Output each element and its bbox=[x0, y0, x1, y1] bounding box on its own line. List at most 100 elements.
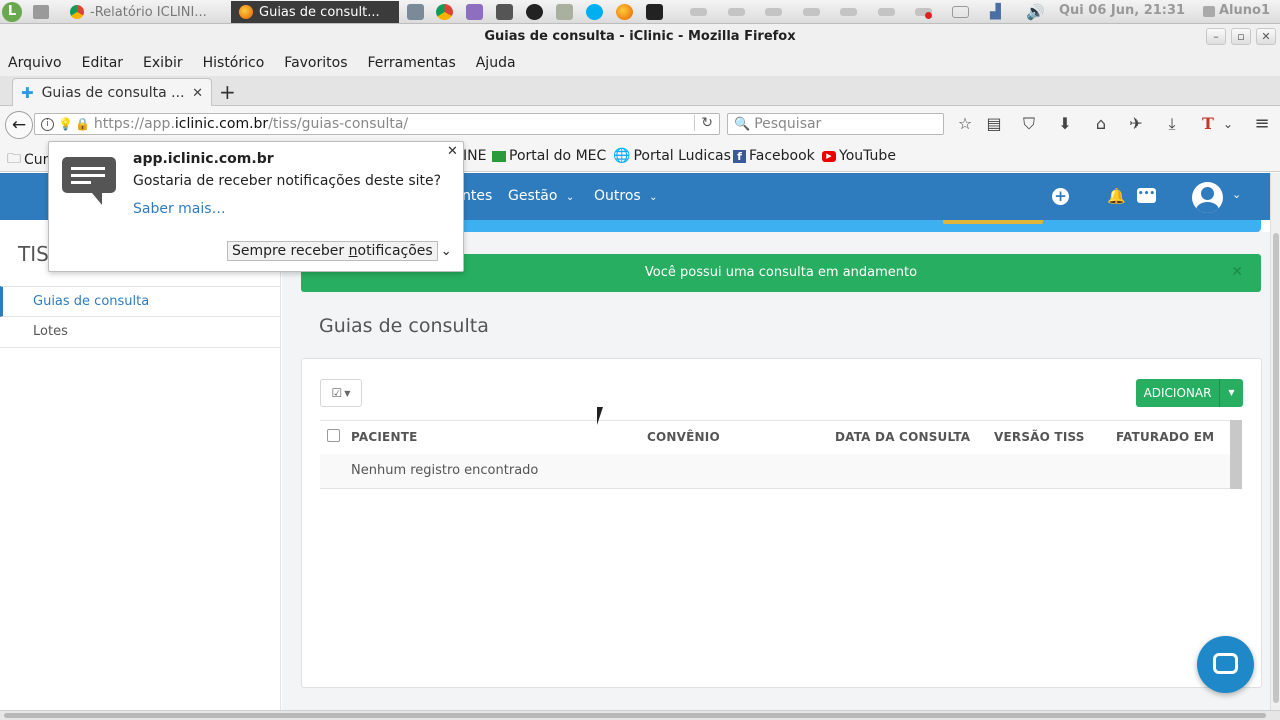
info-icon[interactable]: i bbox=[41, 117, 54, 131]
bookmark-portal-ludicas[interactable]: 🌐 Portal Ludicas bbox=[613, 148, 731, 164]
show-desktop-icon[interactable] bbox=[33, 5, 49, 19]
alert-close-icon[interactable]: ✕ bbox=[1231, 254, 1243, 291]
minimize-button[interactable]: – bbox=[1206, 28, 1226, 45]
nav-gestao[interactable]: Gestão ⌄ bbox=[508, 188, 574, 204]
volume-icon[interactable]: 🔊 bbox=[1026, 3, 1045, 21]
user-name[interactable]: Aluno1 bbox=[1219, 3, 1270, 18]
table-scrollbar[interactable] bbox=[1230, 420, 1242, 489]
popup-site: app.iclinic.com.br bbox=[133, 151, 274, 167]
launcher-editor-icon[interactable] bbox=[466, 4, 483, 20]
add-button[interactable]: ADICIONAR bbox=[1136, 379, 1219, 407]
bookmark-ine[interactable]: INE bbox=[463, 148, 486, 164]
column-header-convenio[interactable]: CONVÊNIO bbox=[647, 430, 720, 444]
chat-status-icon[interactable] bbox=[1203, 6, 1215, 17]
nav-pacientes[interactable]: ntes bbox=[462, 188, 492, 204]
os-menu-icon[interactable]: L bbox=[2, 2, 22, 22]
avatar[interactable] bbox=[1192, 182, 1223, 213]
column-header-data-consulta[interactable]: DATA DA CONSULTA bbox=[835, 430, 970, 444]
caret-down-icon: ▼ bbox=[1228, 388, 1235, 397]
window-icon-3[interactable] bbox=[765, 8, 782, 16]
bookmark-portal-mec[interactable]: Portal do MEC bbox=[492, 148, 606, 164]
select-all-checkbox[interactable] bbox=[327, 429, 340, 442]
menu-ferramentas[interactable]: Ferramentas bbox=[368, 50, 456, 76]
popup-learn-more-link[interactable]: Saber mais… bbox=[133, 201, 226, 217]
launcher-chrome-icon[interactable] bbox=[436, 4, 453, 20]
reload-icon[interactable]: ↻ bbox=[694, 115, 713, 131]
notification-bulb-icon[interactable]: 💡 bbox=[58, 117, 73, 131]
launcher-app-icon[interactable] bbox=[496, 4, 513, 20]
download-box-icon[interactable]: ⤓ bbox=[1162, 115, 1182, 133]
window-icon-2[interactable] bbox=[728, 8, 745, 16]
sidebar-item-guias-consulta[interactable]: Guias de consulta bbox=[0, 286, 280, 317]
menu-ajuda[interactable]: Ajuda bbox=[476, 50, 516, 76]
maximize-button[interactable]: ▫ bbox=[1231, 28, 1251, 45]
window-icon-6[interactable] bbox=[878, 8, 895, 16]
nav-outros[interactable]: Outros ⌄ bbox=[594, 188, 658, 204]
info-banner-button[interactable] bbox=[943, 220, 1043, 224]
popup-close-icon[interactable]: ✕ bbox=[447, 144, 458, 159]
launcher-firefox-icon[interactable] bbox=[616, 4, 633, 20]
browser-tab-guias[interactable]: ✚ Guias de consulta ... ✕ bbox=[12, 78, 212, 107]
close-window-button[interactable]: ✕ bbox=[1256, 28, 1276, 45]
column-header-paciente[interactable]: PACIENTE bbox=[351, 430, 417, 444]
taskbar-item-guias[interactable]: Guias de consult... bbox=[231, 1, 399, 23]
home-icon[interactable]: ⌂ bbox=[1091, 115, 1111, 133]
bookmarks-library-icon[interactable]: ▤ bbox=[984, 115, 1004, 133]
network-icon[interactable]: ▟ bbox=[990, 4, 1001, 20]
launcher-icon-1[interactable] bbox=[407, 4, 424, 20]
add-dropdown-button[interactable]: ▼ bbox=[1219, 379, 1243, 407]
bookmark-star-icon[interactable]: ☆ bbox=[955, 115, 975, 133]
horizontal-scrollbar-thumb[interactable] bbox=[4, 713, 1266, 718]
window-icon-5[interactable] bbox=[840, 8, 857, 16]
horizontal-scrollbar[interactable] bbox=[0, 710, 1280, 720]
new-tab-button[interactable]: + bbox=[219, 80, 236, 104]
add-circle-icon[interactable]: + bbox=[1052, 188, 1069, 205]
bookmark-facebook[interactable]: f Facebook bbox=[733, 148, 815, 164]
folder-icon: 🗀 bbox=[7, 151, 21, 167]
text-extension-icon[interactable]: T bbox=[1198, 115, 1218, 133]
downloads-icon[interactable]: ⬇ bbox=[1055, 115, 1075, 133]
url-bar[interactable]: i 💡 🔒 https://app.iclinic.com.br/tiss/gu… bbox=[34, 113, 720, 135]
window-icon-4[interactable] bbox=[803, 8, 820, 16]
bell-icon[interactable]: 🔔 bbox=[1107, 187, 1126, 205]
popup-action-dropdown[interactable]: Sempre receber notificações ⌄ bbox=[227, 240, 452, 262]
support-chat-button[interactable] bbox=[1197, 636, 1254, 693]
mail-icon[interactable] bbox=[952, 6, 969, 18]
popup-message: Gostaria de receber notificações deste s… bbox=[133, 173, 442, 189]
chat-icon[interactable]: ••• bbox=[1137, 188, 1156, 203]
column-header-versao-tiss[interactable]: VERSÃO TISS bbox=[994, 430, 1085, 444]
window-title: Guias de consulta - iClinic - Mozilla Fi… bbox=[0, 24, 1280, 50]
hamburger-menu-icon[interactable]: ≡ bbox=[1252, 115, 1272, 133]
close-tab-icon[interactable]: ✕ bbox=[192, 86, 203, 101]
search-bar[interactable]: 🔍 Pesquisar bbox=[727, 113, 944, 135]
sidebar-title: TIS bbox=[18, 242, 49, 266]
page-scrollbar[interactable] bbox=[1270, 173, 1280, 710]
launcher-skype-icon[interactable] bbox=[586, 4, 603, 20]
user-silhouette-icon bbox=[1201, 187, 1214, 200]
bookmark-cur[interactable]: 🗀 Cur bbox=[7, 148, 48, 172]
launcher-folder-icon[interactable] bbox=[556, 4, 573, 20]
launcher-terminal-icon[interactable] bbox=[646, 4, 663, 20]
bookmark-youtube[interactable]: ▶ YouTube bbox=[822, 148, 896, 164]
bulk-select-dropdown[interactable]: ☑ ▼ bbox=[320, 379, 362, 407]
column-header-faturado-em[interactable]: FATURADO EM bbox=[1116, 430, 1214, 444]
back-button[interactable]: ← bbox=[5, 111, 33, 139]
menu-exibir[interactable]: Exibir bbox=[143, 50, 183, 76]
menu-editar[interactable]: Editar bbox=[82, 50, 123, 76]
sidebar-item-lotes[interactable]: Lotes bbox=[0, 317, 280, 348]
launcher-media-icon[interactable] bbox=[526, 4, 543, 20]
pocket-icon[interactable]: ⛉ bbox=[1019, 115, 1039, 133]
menu-arquivo[interactable]: Arquivo bbox=[8, 50, 62, 76]
menu-historico[interactable]: Histórico bbox=[203, 50, 265, 76]
menu-favoritos[interactable]: Favoritos bbox=[284, 50, 347, 76]
popup-action-button[interactable]: Sempre receber notificações bbox=[227, 241, 438, 261]
window-icon-1[interactable] bbox=[690, 8, 707, 16]
page-scrollbar-thumb[interactable] bbox=[1273, 233, 1279, 703]
send-icon[interactable]: ✈ bbox=[1126, 115, 1146, 133]
clock[interactable]: Qui 06 Jun, 21:31 bbox=[1059, 3, 1185, 18]
popup-action-chevron-icon[interactable]: ⌄ bbox=[441, 244, 452, 259]
iclinic-favicon-icon: ✚ bbox=[21, 84, 34, 102]
overflow-chevron-icon[interactable]: ⌄ bbox=[1218, 115, 1238, 133]
avatar-chevron-icon[interactable]: ⌄ bbox=[1232, 188, 1241, 201]
taskbar-item-relatorio[interactable]: -Relatório ICLINI... bbox=[62, 1, 228, 23]
